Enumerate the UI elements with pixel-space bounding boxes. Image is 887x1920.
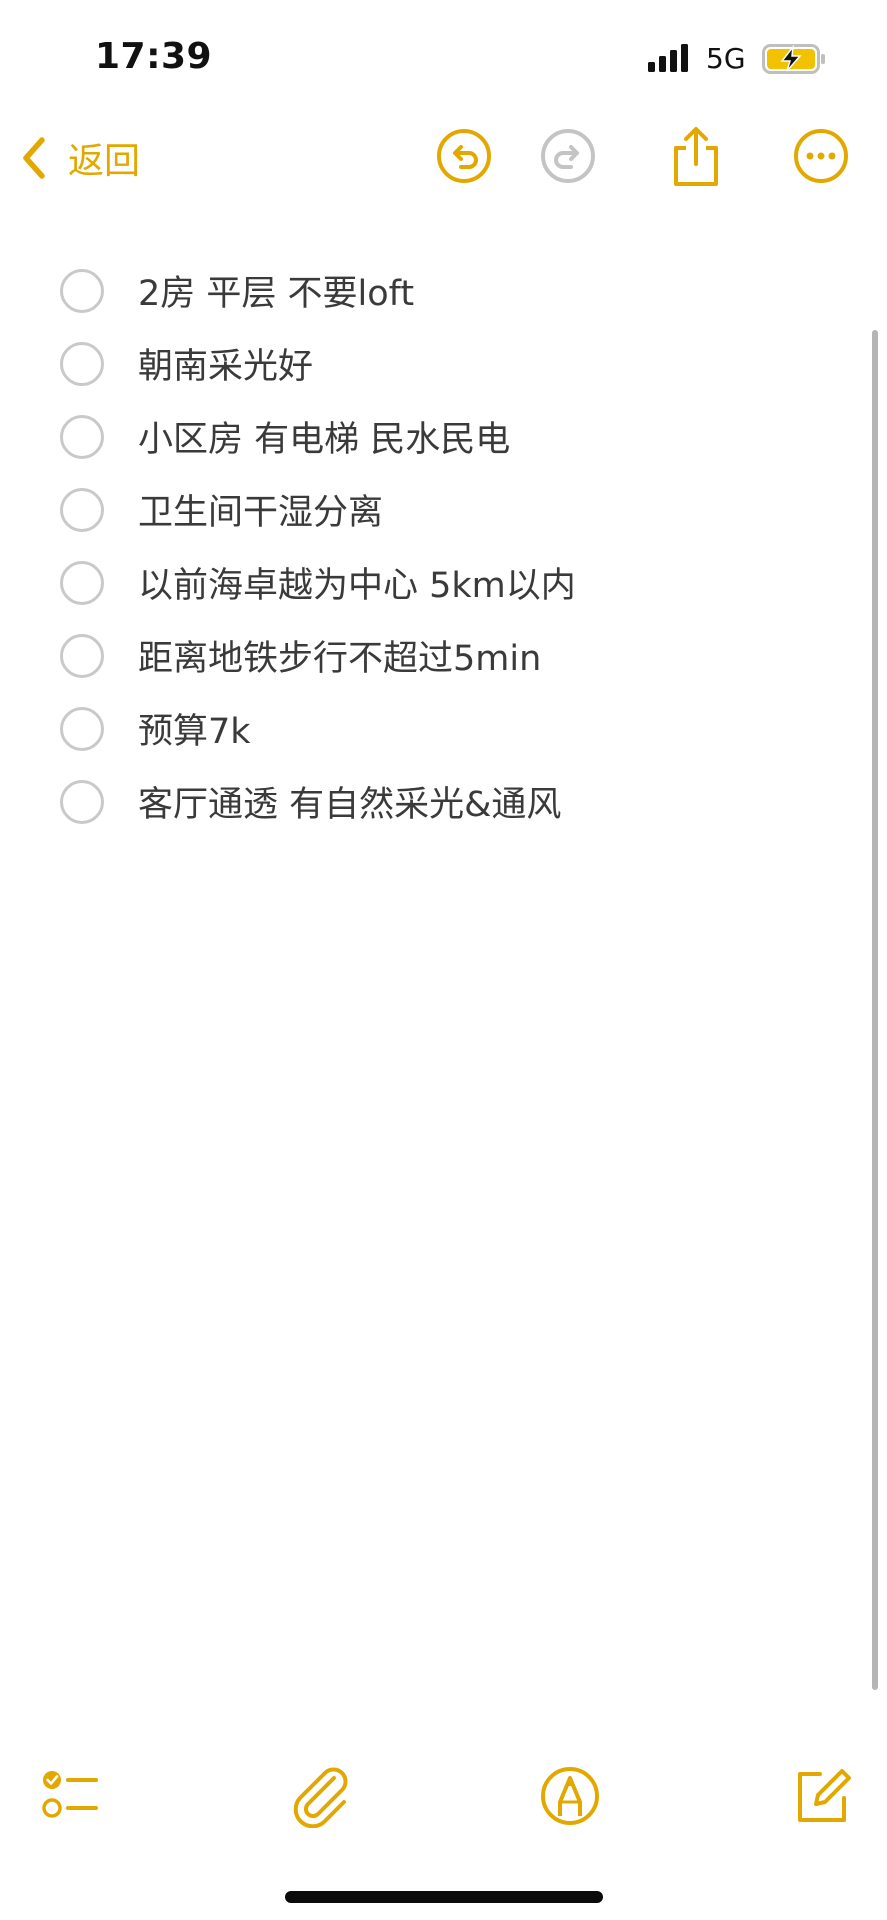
checklist-item-text[interactable]: 客厅通透 有自然采光&通风 [138, 776, 561, 827]
checklist-item-text[interactable]: 2房 平层 不要loft [138, 265, 414, 316]
back-button[interactable]: 返回 [18, 130, 140, 186]
checklist: 2房 平层 不要loft 朝南采光好 小区房 有电梯 民水民电 卫生间干湿分离 … [0, 254, 860, 838]
checklist-item: 小区房 有电梯 民水民电 [0, 400, 860, 473]
checklist-item-text[interactable]: 以前海卓越为中心 5km以内 [138, 557, 576, 608]
checkbox-circle[interactable] [60, 414, 104, 459]
chevron-left-icon [23, 137, 45, 179]
back-label: 返回 [68, 141, 141, 182]
checkbox-circle[interactable] [60, 487, 104, 532]
checkbox-circle[interactable] [60, 779, 104, 824]
home-indicator[interactable] [285, 1891, 603, 1903]
checklist-item-text[interactable]: 小区房 有电梯 民水民电 [138, 411, 510, 462]
share-icon[interactable] [667, 124, 725, 188]
checklist-item: 2房 平层 不要loft [0, 254, 860, 327]
checklist-item: 朝南采光好 [0, 327, 860, 400]
checkbox-circle[interactable] [60, 633, 104, 678]
network-type: 5G [706, 42, 746, 75]
battery-charging-icon [762, 44, 825, 74]
scrollbar[interactable] [872, 330, 878, 1690]
checkbox-circle[interactable] [60, 706, 104, 751]
markup-pen-icon[interactable] [538, 1764, 602, 1828]
undo-icon[interactable] [434, 126, 494, 186]
checkbox-circle[interactable] [60, 341, 104, 386]
redo-icon[interactable] [538, 126, 598, 186]
status-time: 17:39 [95, 36, 213, 77]
checklist-item: 客厅通透 有自然采光&通风 [0, 765, 860, 838]
checklist-item-text[interactable]: 距离地铁步行不超过5min [138, 630, 541, 681]
checklist-item-text[interactable]: 朝南采光好 [138, 338, 313, 389]
more-icon[interactable] [791, 126, 851, 186]
checklist-item: 预算7k [0, 692, 860, 765]
checklist-item: 以前海卓越为中心 5km以内 [0, 546, 860, 619]
checklist-item-text[interactable]: 预算7k [138, 703, 251, 754]
checkbox-circle[interactable] [60, 560, 104, 605]
checklist-item: 卫生间干湿分离 [0, 473, 860, 546]
paperclip-icon[interactable] [290, 1764, 354, 1828]
checkbox-circle[interactable] [60, 268, 104, 313]
checklist-icon[interactable] [40, 1764, 104, 1828]
compose-icon[interactable] [790, 1764, 854, 1828]
checklist-item: 距离地铁步行不超过5min [0, 619, 860, 692]
cellular-signal-icon [648, 44, 688, 72]
checklist-item-text[interactable]: 卫生间干湿分离 [138, 484, 383, 535]
